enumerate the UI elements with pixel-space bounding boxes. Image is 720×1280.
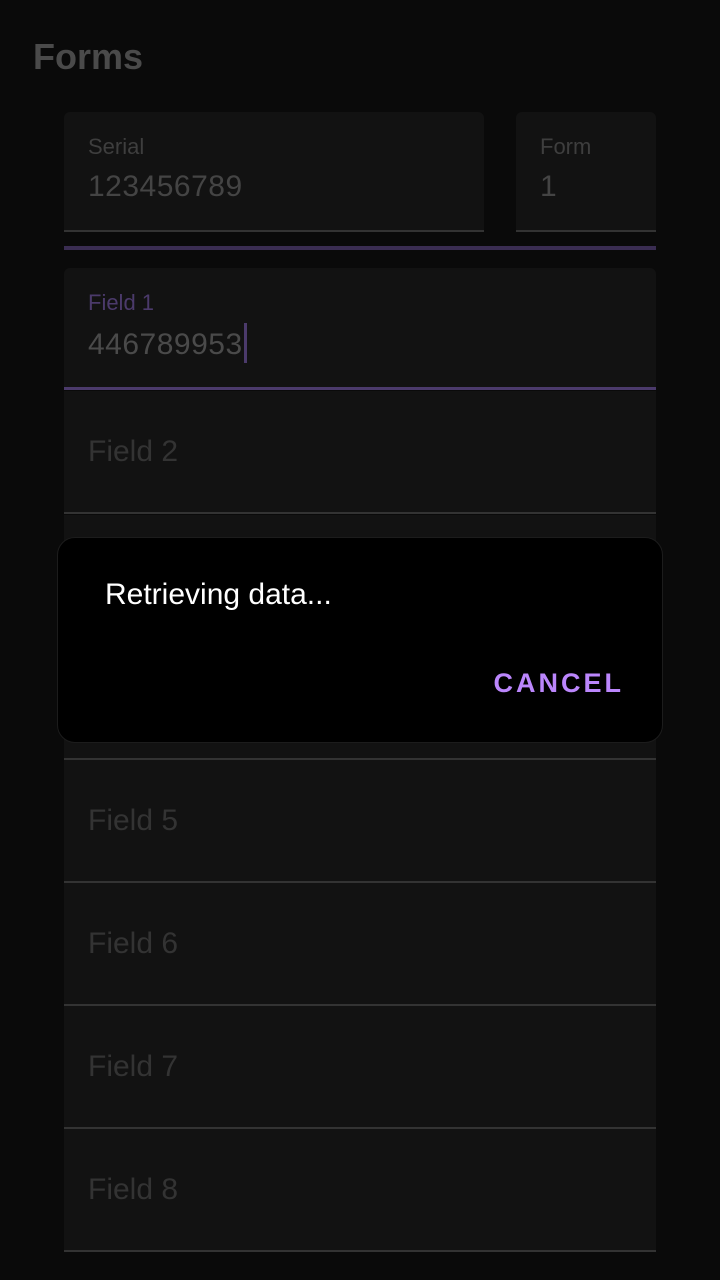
serial-field[interactable]: Serial 123456789 — [64, 112, 484, 232]
field-7-placeholder: Field 7 — [88, 1049, 179, 1083]
field-8-placeholder: Field 8 — [88, 1172, 179, 1206]
loading-dialog: Retrieving data... CANCEL — [57, 537, 663, 743]
form-field[interactable]: Form 1 — [516, 112, 656, 232]
field-6-placeholder: Field 6 — [88, 926, 179, 960]
field-1-label: Field 1 — [88, 290, 155, 315]
field-1-value: 446789953 — [88, 327, 243, 361]
serial-label: Serial — [88, 134, 145, 159]
field-7-input[interactable]: Field 7 — [64, 1006, 656, 1129]
cancel-button[interactable]: CANCEL — [494, 668, 625, 699]
page-title: Forms — [33, 36, 144, 77]
section-divider — [64, 246, 656, 250]
serial-value: 123456789 — [88, 170, 243, 203]
form-label: Form — [540, 134, 592, 159]
field-5-placeholder: Field 5 — [88, 803, 179, 837]
field-1-value-wrap: 446789953 — [88, 323, 247, 366]
field-8-input[interactable]: Field 8 — [64, 1129, 656, 1252]
forms-screen: Forms Serial 123456789 Form 1 Field 1 44… — [0, 0, 720, 1280]
field-5-input[interactable]: Field 5 — [64, 760, 656, 883]
dialog-message: Retrieving data... — [105, 578, 332, 611]
field-2-placeholder: Field 2 — [88, 434, 179, 468]
form-value: 1 — [540, 170, 558, 203]
field-1-input[interactable]: Field 1 446789953 — [64, 268, 656, 390]
field-2-input[interactable]: Field 2 — [64, 391, 656, 514]
text-cursor — [243, 323, 247, 363]
field-6-input[interactable]: Field 6 — [64, 883, 656, 1006]
